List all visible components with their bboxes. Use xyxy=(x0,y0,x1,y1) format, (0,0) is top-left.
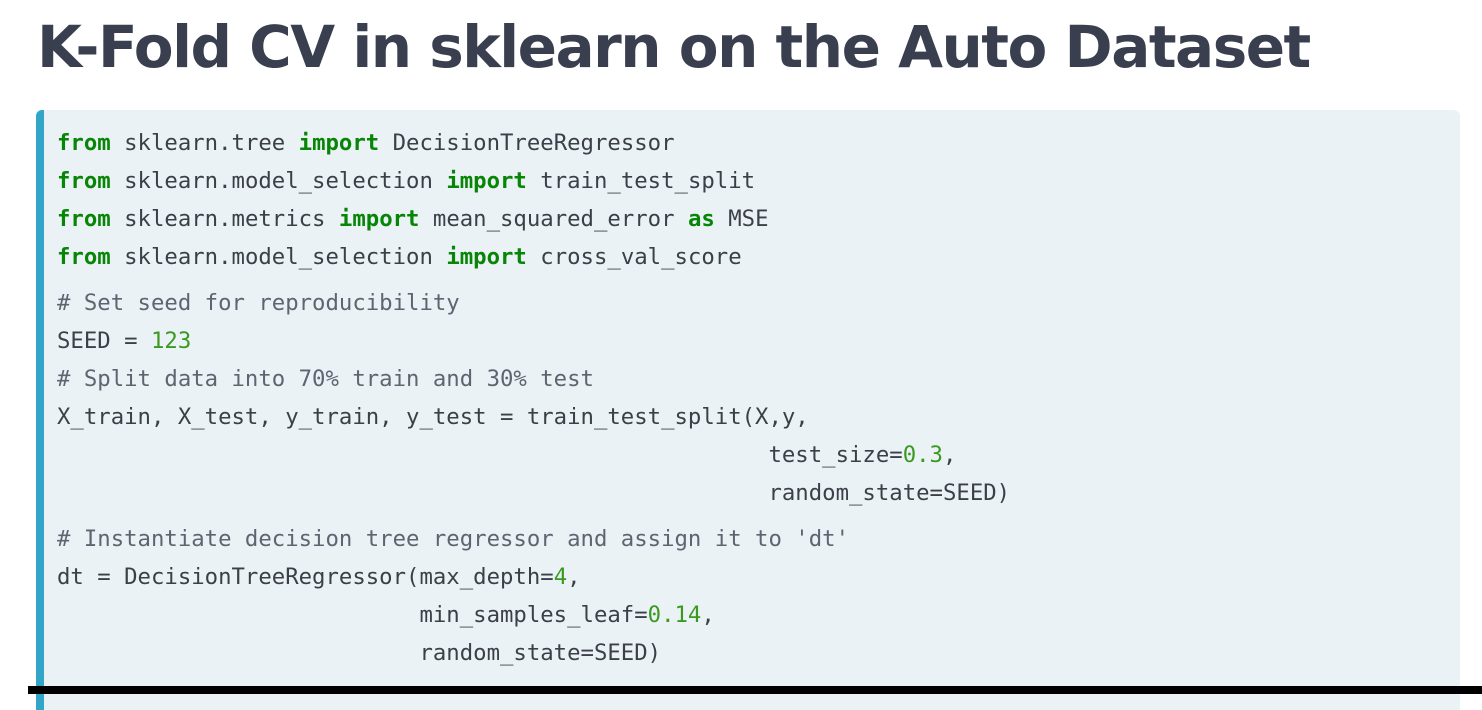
number-literal: 123 xyxy=(150,328,192,354)
code-line: # Instantiate decision tree regressor an… xyxy=(57,520,1010,558)
code-line: # Set seed for reproducibility xyxy=(57,284,1010,322)
code-text: , xyxy=(701,602,715,628)
code-text: min_samples_leaf= xyxy=(57,602,648,628)
keyword: from xyxy=(57,130,111,156)
code-line: X_train, X_test, y_train, y_test = train… xyxy=(57,398,1010,436)
keyword: import xyxy=(446,168,527,194)
keyword: from xyxy=(57,168,111,194)
number-literal: 4 xyxy=(553,564,568,590)
slide-title: K-Fold CV in sklearn on the Auto Dataset xyxy=(37,13,1311,81)
code-comment: # Set seed for reproducibility xyxy=(57,290,460,316)
imported-name: DecisionTreeRegressor xyxy=(379,130,675,156)
keyword: from xyxy=(57,206,111,232)
keyword: from xyxy=(57,244,111,270)
code-line: min_samples_leaf=0.14, xyxy=(57,596,1010,634)
code-line: test_size=0.3, xyxy=(57,436,1010,474)
code-text: SEED = xyxy=(57,328,151,354)
module-name: sklearn.model_selection xyxy=(110,168,447,194)
code-comment: # Split data into 70% train and 30% test xyxy=(57,366,594,392)
number-literal: 0.14 xyxy=(647,602,702,628)
code-content: from sklearn.tree import DecisionTreeReg… xyxy=(57,124,1010,672)
keyword: as xyxy=(687,206,715,232)
keyword: import xyxy=(446,244,527,270)
imported-name: train_test_split xyxy=(526,168,756,194)
code-line: random_state=SEED) xyxy=(57,634,1010,672)
code-block: from sklearn.tree import DecisionTreeReg… xyxy=(36,110,1460,710)
code-line: from sklearn.metrics import mean_squared… xyxy=(57,200,1010,238)
code-line: random_state=SEED) xyxy=(57,474,1010,512)
code-line: from sklearn.model_selection import cros… xyxy=(57,238,1010,276)
code-line: from sklearn.tree import DecisionTreeReg… xyxy=(57,124,1010,162)
code-text: dt = DecisionTreeRegressor(max_depth= xyxy=(57,564,554,590)
code-text: test_size= xyxy=(57,442,903,468)
module-name: sklearn.model_selection xyxy=(110,244,447,270)
keyword: import xyxy=(298,130,380,156)
code-line: # Split data into 70% train and 30% test xyxy=(57,360,1010,398)
bottom-bar xyxy=(28,686,1482,694)
number-literal: 0.3 xyxy=(902,442,943,468)
module-name: sklearn.metrics xyxy=(110,206,339,232)
code-comment: # Instantiate decision tree regressor an… xyxy=(57,526,850,552)
imported-name: cross_val_score xyxy=(526,244,742,270)
keyword: import xyxy=(338,206,420,232)
module-name: sklearn.tree xyxy=(110,130,299,156)
code-text: X_train, X_test, y_train, y_test = train… xyxy=(57,404,809,430)
code-text: , xyxy=(567,564,581,590)
code-text: random_state=SEED) xyxy=(57,640,662,666)
code-line: dt = DecisionTreeRegressor(max_depth=4, xyxy=(57,558,1010,596)
code-text: , xyxy=(942,442,957,468)
code-line: from sklearn.model_selection import trai… xyxy=(57,162,1010,200)
alias-name: MSE xyxy=(714,206,769,232)
code-line: SEED = 123 xyxy=(57,322,1010,360)
imported-name: mean_squared_error xyxy=(419,206,688,232)
code-text: random_state=SEED) xyxy=(57,480,1011,506)
